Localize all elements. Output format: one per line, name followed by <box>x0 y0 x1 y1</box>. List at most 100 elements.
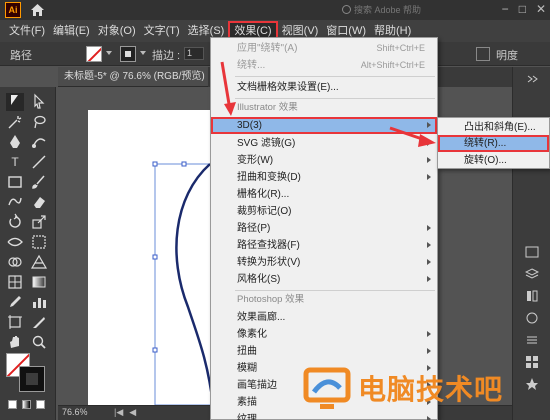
paintbrush-icon <box>32 175 45 189</box>
menu-separator <box>235 98 435 99</box>
lasso-tool[interactable] <box>30 113 48 131</box>
menu-item-pixelate[interactable]: 像素化 <box>211 326 437 343</box>
menu-item-convert-to-shape[interactable]: 转换为形状(V) <box>211 254 437 271</box>
submenu-arrow-icon <box>427 331 431 337</box>
menu-file[interactable]: 文件(F) <box>5 21 49 41</box>
curvature-tool[interactable] <box>30 133 48 151</box>
home-icon[interactable] <box>31 4 44 16</box>
artboard-icon <box>8 315 22 329</box>
shape-builder-tool[interactable] <box>6 253 24 271</box>
mesh-tool[interactable] <box>6 273 24 291</box>
help-search-input[interactable]: 搜索 Adobe 帮助 <box>340 3 475 17</box>
chevron-down-icon[interactable] <box>140 51 146 55</box>
menu-item-effect-gallery[interactable]: 效果画廊... <box>211 309 437 326</box>
graphic-style-icon[interactable] <box>476 47 490 61</box>
submenu-item-extrude-bevel[interactable]: 凸出和斜角(E)... <box>438 119 549 136</box>
free-transform-tool[interactable] <box>30 233 48 251</box>
slice-icon <box>33 317 45 328</box>
menu-item-apply-last-effect[interactable]: 应用"绕转"(A) Shift+Ctrl+E <box>211 40 437 57</box>
eyedropper-tool[interactable] <box>6 293 24 311</box>
graph-tool[interactable] <box>30 293 48 311</box>
menu-item-rasterize[interactable]: 栅格化(R)... <box>211 186 437 203</box>
menu-item-ps-distort[interactable]: 扭曲 <box>211 343 437 360</box>
menu-item-brush-strokes[interactable]: 画笔描边 <box>211 377 437 394</box>
swatches-panel-icon[interactable] <box>525 355 539 369</box>
layers-panel-icon[interactable] <box>524 267 540 281</box>
type-tool[interactable]: T <box>6 153 24 171</box>
menu-item-crop-marks[interactable]: 裁剪标记(O) <box>211 203 437 220</box>
rectangle-icon <box>8 176 22 188</box>
paintbrush-tool[interactable] <box>30 173 48 191</box>
none-mode-swatch[interactable] <box>36 400 45 409</box>
fill-color-swatch[interactable] <box>86 46 102 62</box>
pen-tool[interactable] <box>6 133 24 151</box>
menu-item-svg-filters[interactable]: SVG 滤镜(G) <box>211 135 437 152</box>
width-tool[interactable] <box>6 233 24 251</box>
menu-type[interactable]: 文字(T) <box>140 21 184 41</box>
document-tab[interactable]: 未标题-5* @ 76.6% (RGB/预览) <box>58 67 208 87</box>
menu-item-warp[interactable]: 变形(W) <box>211 152 437 169</box>
rotate-tool[interactable] <box>6 213 24 231</box>
perspective-grid-tool[interactable] <box>30 253 48 271</box>
menu-item-texture[interactable]: 纹理 <box>211 411 437 420</box>
symbols-panel-icon[interactable] <box>525 377 539 391</box>
slice-tool[interactable] <box>30 313 48 331</box>
eyedropper-icon <box>10 296 21 307</box>
color-mode-swatch[interactable] <box>8 400 17 409</box>
properties-panel-icon[interactable] <box>525 245 539 259</box>
zoom-tool[interactable] <box>30 333 48 351</box>
menu-item-3d[interactable]: 3D(3) <box>211 117 437 134</box>
opacity-label[interactable]: 明度 <box>496 47 518 63</box>
zoom-level[interactable]: 76.6% <box>62 407 88 417</box>
tools-panel: T <box>0 87 56 420</box>
submenu-arrow-icon <box>427 225 431 231</box>
collapse-panel-icon[interactable] <box>525 72 539 86</box>
minimize-button[interactable]: − <box>502 2 509 16</box>
libraries-panel-icon[interactable] <box>525 289 539 303</box>
menu-object[interactable]: 对象(O) <box>94 21 140 41</box>
stroke-weight-label: 描边 : <box>152 50 181 62</box>
close-button[interactable]: ✕ <box>536 2 546 16</box>
menu-item-stylize[interactable]: 风格化(S) <box>211 271 437 288</box>
appearance-panel-icon[interactable] <box>525 311 539 325</box>
menu-edit[interactable]: 编辑(E) <box>49 21 94 41</box>
prev-artboard-icon[interactable]: ◀ <box>129 407 136 418</box>
magic-wand-tool[interactable] <box>6 113 24 131</box>
first-artboard-icon[interactable]: |◀ <box>114 407 123 418</box>
stroke-color-swatch[interactable] <box>120 46 136 62</box>
stroke-black-swatch[interactable] <box>19 366 45 392</box>
artboard-tool[interactable] <box>6 313 24 331</box>
submenu-item-revolve[interactable]: 绕转(R)... <box>438 135 549 152</box>
submenu-arrow-icon <box>427 348 431 354</box>
menu-item-last-effect[interactable]: 绕转... Alt+Shift+Ctrl+E <box>211 57 437 74</box>
stroke-panel-icon[interactable] <box>525 333 539 347</box>
direct-selection-tool[interactable] <box>30 93 48 111</box>
hand-tool[interactable] <box>6 333 24 351</box>
menu-separator <box>235 290 435 291</box>
menu-item-raster-settings[interactable]: 文档栅格效果设置(E)... <box>211 79 437 96</box>
gradient-mode-swatch[interactable] <box>22 400 31 409</box>
eraser-icon <box>34 197 45 208</box>
menu-item-sketch[interactable]: 素描 <box>211 394 437 411</box>
rectangle-tool[interactable] <box>6 173 24 191</box>
submenu-item-rotate[interactable]: 旋转(O)... <box>438 152 549 169</box>
selection-tool[interactable] <box>6 93 24 111</box>
menu-item-distort-transform[interactable]: 扭曲和变换(D) <box>211 169 437 186</box>
scale-tool[interactable] <box>30 213 48 231</box>
pen-icon <box>10 135 20 148</box>
menu-item-pathfinder[interactable]: 路径查找器(F) <box>211 237 437 254</box>
submenu-arrow-icon <box>427 157 431 163</box>
eraser-tool[interactable] <box>30 193 48 211</box>
chevron-down-icon[interactable] <box>106 51 112 55</box>
stroke-weight-input[interactable]: 1 <box>184 47 204 60</box>
menu-item-path[interactable]: 路径(P) <box>211 220 437 237</box>
zoom-icon <box>32 335 46 349</box>
shaper-tool[interactable] <box>6 193 24 211</box>
line-segment-tool[interactable] <box>30 153 48 171</box>
gradient-tool[interactable] <box>30 273 48 291</box>
submenu-arrow-icon <box>427 276 431 282</box>
magic-wand-icon <box>8 116 22 129</box>
maximize-button[interactable]: □ <box>519 2 526 16</box>
effect-menu-dropdown: 应用"绕转"(A) Shift+Ctrl+E 绕转... Alt+Shift+Ctr… <box>210 37 438 420</box>
menu-item-blur[interactable]: 模糊 <box>211 360 437 377</box>
